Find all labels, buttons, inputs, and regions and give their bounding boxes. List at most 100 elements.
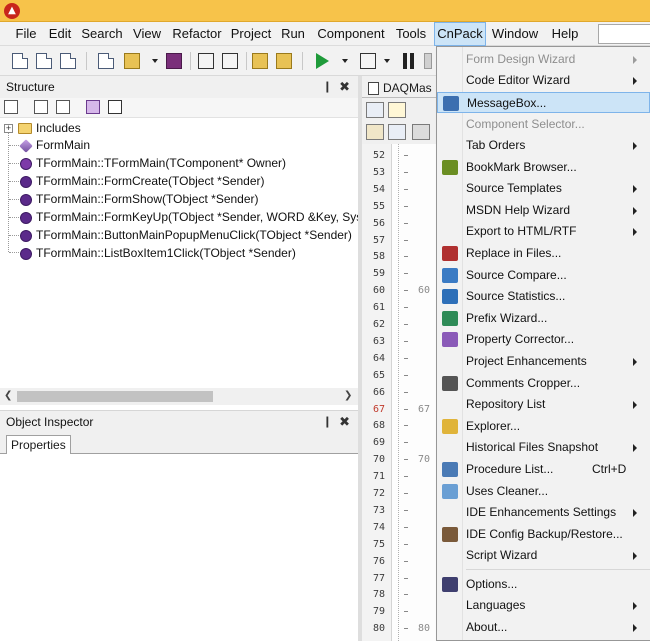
line-number: 54	[372, 183, 385, 195]
scroll-left-icon[interactable]: ❮	[4, 390, 12, 401]
scrollbar-thumb[interactable]	[17, 391, 213, 402]
tree-node-buttonmainpopupmenuclick[interactable]: TFormMain::ButtonMainPopupMenuClick(TObj…	[20, 226, 352, 244]
menu-item-ide-enhancements-settings[interactable]: IDE Enhancements Settings	[437, 502, 650, 523]
close-file-icon[interactable]	[222, 53, 238, 69]
fold-marker	[404, 391, 408, 393]
menu-item-component-selector[interactable]: Component Selector...	[437, 114, 650, 135]
fold-marker	[404, 273, 408, 275]
pin-icon[interactable]: ❙	[323, 76, 332, 98]
tree-node-formcreate[interactable]: TFormMain::FormCreate(TObject *Sender)	[20, 172, 265, 190]
filter-icon[interactable]	[56, 100, 70, 114]
menu-component[interactable]: Component	[314, 22, 388, 46]
remove-from-project-icon[interactable]	[276, 53, 292, 69]
expand-includes-icon[interactable]: +	[4, 124, 13, 133]
menu-tools[interactable]: Tools	[392, 22, 430, 46]
line-number: 61	[372, 302, 385, 314]
menu-item-bookmark-browser[interactable]: BookMark Browser...	[437, 157, 650, 178]
editor-tab-daqmas[interactable]: DAQMas	[368, 78, 432, 98]
menu-item-procedure-list[interactable]: Procedure List... Ctrl+D	[437, 459, 650, 480]
menu-item-source-templates[interactable]: Source Templates	[437, 178, 650, 199]
app-logo-icon[interactable]: ▲	[4, 3, 20, 19]
sort-icon[interactable]	[4, 100, 18, 114]
menu-item-options[interactable]: Options...	[437, 574, 650, 595]
group-icon[interactable]	[34, 100, 48, 114]
editor-wizard-icon[interactable]	[388, 102, 406, 118]
structure-horizontal-scrollbar[interactable]: ❮ ❯	[0, 388, 358, 405]
tree-node-formkeyup[interactable]: TFormMain::FormKeyUp(TObject *Sender, WO…	[20, 208, 358, 226]
open-project-icon[interactable]	[252, 53, 268, 69]
menu-run[interactable]: Run	[278, 22, 308, 46]
menu-item-replace-in-files[interactable]: Replace in Files...	[437, 243, 650, 264]
save-icon[interactable]	[166, 53, 182, 69]
menu-item-about[interactable]: About...	[437, 617, 650, 638]
menu-item-export-to-html-rtf[interactable]: Export to HTML/RTF	[437, 221, 650, 242]
open-dropdown-icon[interactable]	[152, 59, 158, 63]
class-filter-icon[interactable]	[86, 100, 100, 114]
new-unit-icon[interactable]	[36, 53, 52, 69]
menu-item-languages[interactable]: Languages	[437, 595, 650, 616]
tree-node-formshow[interactable]: TFormMain::FormShow(TObject *Sender)	[20, 190, 259, 208]
menu-view[interactable]: View	[129, 22, 165, 46]
members-icon[interactable]	[108, 100, 122, 114]
menu-item-tab-orders[interactable]: Tab Orders	[437, 135, 650, 156]
menu-item-messagebox[interactable]: MessageBox...	[437, 92, 650, 113]
pin-icon[interactable]: ❙	[323, 411, 332, 433]
run-options-dropdown-icon[interactable]	[384, 59, 390, 63]
menu-file[interactable]: File	[10, 22, 42, 46]
menu-item-ide-config-backup-restore[interactable]: IDE Config Backup/Restore...	[437, 524, 650, 545]
menu-help[interactable]: Help	[546, 22, 584, 46]
fold-marker	[404, 560, 408, 562]
ascii-chart-icon[interactable]	[412, 124, 430, 140]
pause-icon[interactable]	[403, 53, 407, 69]
toggle-form-unit-icon[interactable]	[366, 102, 384, 118]
ide-search-input[interactable]	[598, 24, 650, 44]
new-file-icon[interactable]	[12, 53, 28, 69]
open-file-at-cursor-icon[interactable]	[366, 124, 384, 140]
menu-item-form-design-wizard[interactable]: Form Design Wizard	[437, 49, 650, 70]
menu-item-label: Source Templates	[466, 181, 562, 195]
menu-item-property-corrector[interactable]: Property Corrector...	[437, 329, 650, 350]
menu-project[interactable]: Project	[228, 22, 274, 46]
menu-item-source-statistics[interactable]: Source Statistics...	[437, 286, 650, 307]
stop-icon[interactable]	[424, 53, 432, 69]
editor-text-area[interactable]: 60 67 70 80	[392, 144, 436, 641]
procedure-list-icon	[442, 462, 458, 477]
menu-item-prefix-wizard[interactable]: Prefix Wizard...	[437, 308, 650, 329]
menu-item-script-wizard[interactable]: Script Wizard	[437, 545, 650, 566]
menu-edit[interactable]: Edit	[44, 22, 76, 46]
menu-item-source-compare[interactable]: Source Compare...	[437, 265, 650, 286]
menu-refactor[interactable]: Refactor	[170, 22, 224, 46]
toolbar-separator	[302, 52, 303, 70]
tree-node-constructor[interactable]: TFormMain::TFormMain(TComponent* Owner)	[20, 154, 286, 172]
new-form-icon[interactable]	[60, 53, 76, 69]
menu-item-comments-cropper[interactable]: Comments Cropper...	[437, 373, 650, 394]
menu-item-project-enhancements[interactable]: Project Enhancements	[437, 351, 650, 372]
close-icon[interactable]: ✖	[339, 411, 350, 433]
run-dropdown-icon[interactable]	[342, 59, 348, 63]
tree-node-listboxitem1click[interactable]: TFormMain::ListBoxItem1Click(TObject *Se…	[20, 244, 296, 262]
open-folder-icon[interactable]	[124, 53, 140, 69]
menu-item-explorer[interactable]: Explorer...	[437, 416, 650, 437]
submenu-arrow-icon	[633, 56, 637, 64]
tree-node-includes[interactable]: Includes	[18, 119, 81, 137]
browse-icon[interactable]	[388, 124, 406, 140]
save-all-icon[interactable]	[198, 53, 214, 69]
line-number: 58	[372, 251, 385, 263]
new-items-icon[interactable]	[98, 53, 114, 69]
menu-search[interactable]: Search	[80, 22, 124, 46]
menu-item-uses-cleaner[interactable]: Uses Cleaner...	[437, 481, 650, 502]
run-icon[interactable]	[316, 53, 329, 69]
close-icon[interactable]: ✖	[339, 76, 350, 98]
menu-item-code-editor-wizard[interactable]: Code Editor Wizard	[437, 70, 650, 91]
menu-window[interactable]: Window	[490, 22, 540, 46]
tab-properties[interactable]: Properties	[6, 435, 71, 455]
menu-item-historical-files-snapshot[interactable]: Historical Files Snapshot	[437, 437, 650, 458]
menu-item-msdn-help-wizard[interactable]: MSDN Help Wizard	[437, 200, 650, 221]
tree-node-label: TFormMain::FormCreate(TObject *Sender)	[36, 174, 265, 188]
menu-item-repository-list[interactable]: Repository List	[437, 394, 650, 415]
tree-node-label: Includes	[36, 121, 81, 135]
scroll-right-icon[interactable]: ❯	[344, 390, 352, 401]
menu-cnpack[interactable]: CnPack	[434, 22, 486, 46]
tree-node-formmain[interactable]: FormMain	[19, 136, 90, 154]
run-without-debug-icon[interactable]	[360, 53, 376, 69]
